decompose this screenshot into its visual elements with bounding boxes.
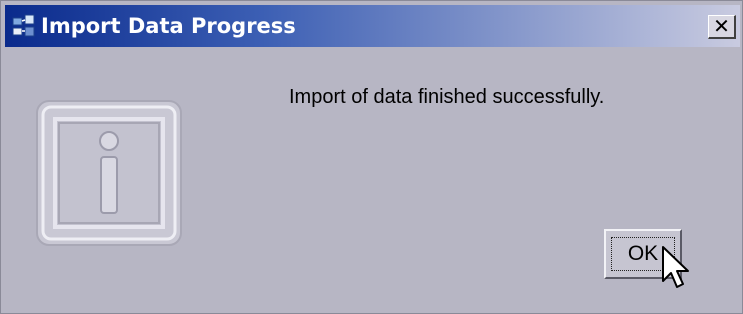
status-message: Import of data finished successfully. <box>289 86 605 108</box>
mouse-pointer-icon <box>662 246 689 288</box>
close-icon: ✕ <box>713 14 730 38</box>
title-bar[interactable]: Import Data Progress ✕ <box>5 5 740 47</box>
import-data-progress-dialog: Import Data Progress ✕ Import of data fi… <box>0 0 743 314</box>
window-title: Import Data Progress <box>41 14 296 38</box>
close-button[interactable]: ✕ <box>708 15 736 39</box>
app-icon <box>12 14 35 37</box>
information-icon <box>36 100 182 246</box>
